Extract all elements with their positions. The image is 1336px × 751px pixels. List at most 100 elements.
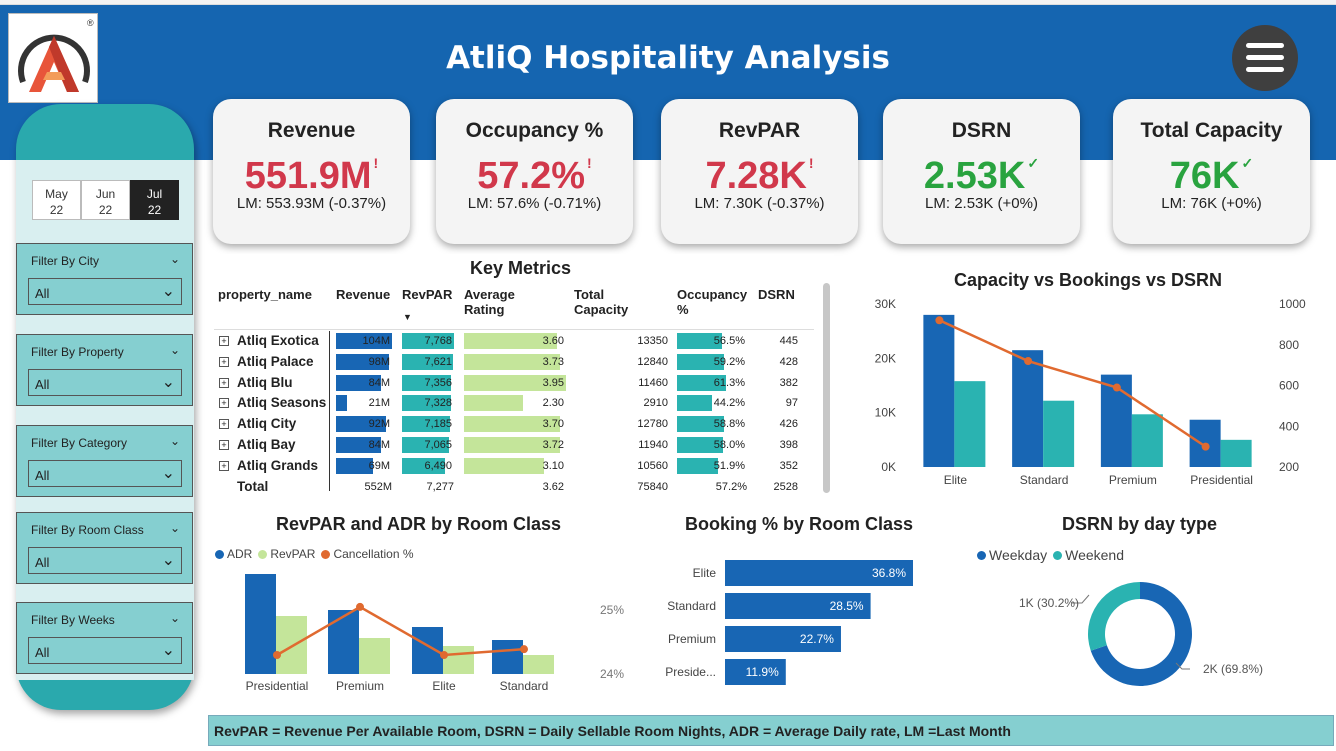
cancellation-point [440,651,448,659]
room-class-dropdown[interactable]: All ⌄ [28,547,182,574]
y2-tick-label: 600 [1279,379,1299,393]
column-header[interactable]: DSRN [758,287,795,302]
capacity-cell: 2910 [643,397,668,410]
chevron-down-icon[interactable]: ⌄ [170,434,180,448]
expand-icon[interactable]: + [219,356,229,367]
metric-value: 98M [368,355,390,368]
key-metrics-title: Key Metrics [469,258,572,278]
filter-label: Filter By Weeks [31,613,115,627]
kpi-card-revpar: RevPAR 7.28K! LM: 7.30K (-0.37%) [661,99,858,244]
hamburger-menu-button[interactable] [1232,25,1298,91]
month-name: May [45,187,68,201]
table-row[interactable]: + Atliq Exotica 104M 7,768 3.60 13350 56.5% 445 [214,332,814,352]
menu-bar-icon [1246,55,1284,60]
capacity-cell: 11460 [638,376,668,389]
table-row[interactable]: + Atliq Blu 84M 7,356 3.95 11460 61.3% 382 [214,374,814,394]
y-tick-label: Preside... [665,665,716,679]
metric-cell: 21M [336,394,392,412]
cancellation-point [520,645,528,654]
expand-icon[interactable]: + [219,398,229,409]
x-tick-label: Premium [1109,473,1157,487]
capacity-cell: 13350 [637,335,668,347]
donut-slice [1088,582,1140,651]
metric-cell: 44.2% [677,394,747,412]
table-row[interactable]: + Atliq Bay 84M 7,065 3.72 11940 58.0% 398 [214,436,814,456]
metric-value: 21M [368,397,390,410]
table-row[interactable]: + Atliq Grands 69M 6,490 3.10 10560 51.9% 352 [214,457,814,477]
metric-value: 92M [368,418,390,431]
kpi-value-text: 7.28K [705,155,807,197]
revpar-adr-panel: RevPAR and ADR by Room Class ADR RevPAR … [207,511,630,706]
total-revpar: 7,277 [426,480,454,493]
expand-icon[interactable]: + [219,377,229,388]
column-header[interactable]: RevPAR [402,287,452,302]
chevron-down-icon[interactable]: ⌄ [170,252,180,266]
month-tile-jun[interactable]: Jun 22 [81,180,130,220]
property-name: Atliq Grands [237,457,319,473]
dropdown-value: All [35,555,50,570]
svg-text:®: ® [87,18,94,28]
column-header[interactable]: Revenue [336,287,390,302]
category-dropdown[interactable]: All ⌄ [28,460,182,487]
month-tile-jul[interactable]: Jul 22 [130,180,179,220]
column-header[interactable]: Average Rating [464,287,515,317]
data-bar [464,457,545,474]
metric-value: 3.95 [542,376,564,389]
expand-icon[interactable]: + [219,336,229,346]
total-revenue: 552M [364,480,392,493]
month-year: 22 [147,203,162,217]
dsrn-point [1201,442,1210,451]
property-dropdown[interactable]: All ⌄ [28,369,182,396]
expand-icon[interactable]: + [219,419,229,430]
table-row[interactable]: + Atliq Palace 98M 7,621 3.73 12840 59.2% 428 [214,353,814,373]
table-row[interactable]: + Atliq Seasons 21M 7,328 2.30 2910 44.2% 97 [214,394,814,414]
kpi-value: 57.2%! [436,155,633,198]
y2-tick-label: 25% [600,603,624,617]
metric-value: 6,490 [424,459,452,472]
capacity-chart: 0K 10K 20K 30K 200 400 600 800 1000 Elite Standard… [875,297,1306,487]
column-header[interactable]: Occupancy % [677,287,753,317]
kpi-label: RevPAR [718,119,801,142]
chevron-down-icon[interactable]: ⌄ [170,343,180,357]
metric-cell: 3.73 [464,353,566,371]
expand-icon[interactable]: + [219,440,229,450]
chevron-down-icon[interactable]: ⌄ [170,611,180,625]
x-tick-label: Standard [1020,473,1069,487]
kpi-last-month: LM: 7.30K (-0.37%) [694,195,825,212]
metric-value: 3.72 [542,439,564,451]
month-tile-may[interactable]: May 22 [32,180,81,220]
sort-desc-icon[interactable]: ▼ [403,312,412,322]
kpi-label: DSRN [951,119,1012,142]
expand-icon[interactable]: + [219,460,229,471]
data-label: 28.5% [830,599,864,613]
revpar-bar [443,646,474,674]
property-name: Atliq Exotica [237,333,319,348]
metric-cell: 7,328 [402,394,454,412]
dropdown-value: All [35,286,50,301]
city-dropdown[interactable]: All ⌄ [28,278,182,305]
alert-icon: ! [587,155,592,171]
revpar-adr-chart: Presidential Premium Elite Standard 25% 24% [245,574,624,693]
kpi-last-month: LM: 76K (+0%) [1161,195,1262,212]
chevron-down-icon: ⌄ [161,552,175,569]
x-tick-label: Standard [500,679,549,693]
capacity-bar [923,314,955,467]
chevron-down-icon[interactable]: ⌄ [170,521,180,535]
dsrn-donut-chart: 2K (69.8%) 1K (30.2%) [1019,582,1263,686]
month-name: Jul [146,187,163,201]
kpi-label: Occupancy % [465,119,604,142]
metric-value: 84M [368,439,390,451]
metric-cell: 58.8% [677,415,747,433]
dsrn-cell: 352 [779,459,798,472]
menu-bar-icon [1246,43,1284,48]
kpi-last-month: LM: 57.6% (-0.71%) [467,195,602,212]
weeks-dropdown[interactable]: All ⌄ [28,637,182,664]
table-scrollbar[interactable] [823,283,830,493]
metric-cell: 3.10 [464,457,566,475]
metric-cell: 84M [336,374,392,392]
revpar-bar [523,655,554,674]
column-header[interactable]: property_name [218,287,312,302]
y-tick-label: 10K [875,406,896,420]
column-header[interactable]: Total Capacity [574,287,628,317]
table-row[interactable]: + Atliq City 92M 7,185 3.70 12780 58.8% 426 [214,415,814,435]
